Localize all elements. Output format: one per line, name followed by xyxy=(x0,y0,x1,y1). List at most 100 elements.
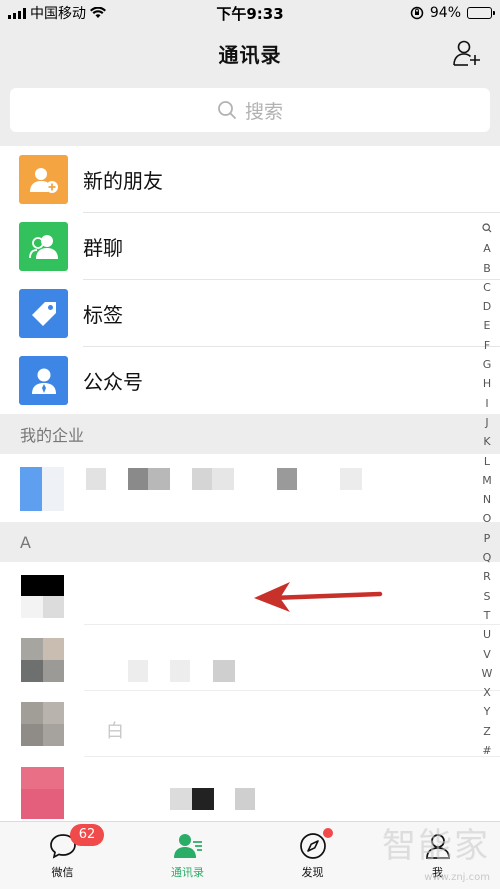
watermark-url: www.znj.com xyxy=(424,872,490,883)
index-letter[interactable]: V xyxy=(483,645,491,664)
contact-name: 白 xyxy=(106,721,124,742)
avatar-pixel xyxy=(43,638,64,660)
avatar-pixel xyxy=(43,660,64,682)
index-letter[interactable]: I xyxy=(485,394,488,413)
avatar xyxy=(20,467,42,511)
index-letter[interactable]: J xyxy=(485,413,488,432)
blurred-text xyxy=(170,660,190,682)
tab-discover[interactable]: 发现 xyxy=(250,822,375,889)
page-title: 通讯录 xyxy=(218,42,282,67)
index-letter[interactable]: T xyxy=(484,606,491,625)
notification-dot xyxy=(323,828,333,838)
battery-percent: 94% xyxy=(429,5,461,21)
alphabet-index[interactable]: A B C D E F G H I J K L M N O P Q R S T U V W X Y Z # xyxy=(480,220,494,760)
index-letter[interactable]: E xyxy=(484,316,491,335)
annotation-arrow-icon xyxy=(254,582,383,612)
function-list: 新的朋友 群聊 标签 公众号 xyxy=(0,146,500,414)
orientation-lock-icon xyxy=(410,6,424,20)
avatar xyxy=(21,575,64,596)
index-letter[interactable]: M xyxy=(482,471,492,490)
search-placeholder: 搜索 xyxy=(244,100,283,123)
tab-chats[interactable]: 微信 62 xyxy=(0,822,125,889)
index-letter[interactable]: Q xyxy=(483,548,492,567)
search-input[interactable]: 搜索 xyxy=(10,88,490,132)
blurred-text xyxy=(340,468,362,490)
tab-contacts[interactable]: 通讯录 xyxy=(125,822,250,889)
index-letter[interactable]: # xyxy=(482,741,491,760)
battery-icon xyxy=(467,7,495,19)
avatar-pixel xyxy=(43,702,64,724)
tags-label: 标签 xyxy=(83,303,123,327)
avatar-pixel xyxy=(43,724,64,746)
index-letter[interactable]: O xyxy=(483,509,492,528)
search-icon xyxy=(218,101,236,119)
blurred-text xyxy=(86,468,106,490)
blurred-text xyxy=(277,468,297,490)
group-chat-icon xyxy=(19,222,68,271)
avatar xyxy=(21,702,43,724)
tab-label: 通讯录 xyxy=(171,866,204,879)
blurred-text xyxy=(128,660,148,682)
group-chats-item[interactable]: 群聊 xyxy=(0,213,500,280)
avatar-pixel xyxy=(21,660,43,682)
index-letter[interactable]: D xyxy=(483,297,491,316)
new-friend-icon xyxy=(19,155,68,204)
index-letter[interactable]: S xyxy=(484,587,491,606)
tab-label: 微信 xyxy=(51,866,74,879)
avatar-pixel xyxy=(42,467,64,511)
section-header-a: A xyxy=(0,522,500,562)
divider xyxy=(84,756,500,757)
blurred-text xyxy=(212,468,234,490)
divider xyxy=(84,624,500,625)
wifi-icon xyxy=(90,7,106,18)
index-letter[interactable]: U xyxy=(483,625,491,644)
index-letter[interactable]: K xyxy=(483,432,490,451)
status-right: 94% xyxy=(410,5,495,21)
new-friends-label: 新的朋友 xyxy=(83,169,163,193)
avatar-pixel xyxy=(21,789,64,819)
blurred-text xyxy=(170,788,192,810)
index-letter[interactable]: N xyxy=(483,490,491,509)
divider xyxy=(84,690,500,691)
navigation-bar: 通讯录 xyxy=(0,26,500,80)
blurred-text xyxy=(213,660,235,682)
avatar xyxy=(21,638,43,660)
search-index-icon[interactable] xyxy=(482,220,492,239)
official-accounts-label: 公众号 xyxy=(83,370,143,394)
index-letter[interactable]: C xyxy=(483,278,491,297)
index-letter[interactable]: X xyxy=(483,683,491,702)
index-letter[interactable]: L xyxy=(484,452,490,471)
official-account-icon xyxy=(19,356,68,405)
new-friends-item[interactable]: 新的朋友 xyxy=(0,146,500,213)
index-letter[interactable]: Y xyxy=(484,702,491,721)
index-letter[interactable]: P xyxy=(484,529,491,548)
status-bar: 中国移动 下午9:33 94% xyxy=(0,0,500,26)
index-letter[interactable]: A xyxy=(483,239,491,258)
index-letter[interactable]: F xyxy=(484,336,490,355)
index-letter[interactable]: H xyxy=(483,374,491,393)
tab-label: 发现 xyxy=(301,866,324,879)
index-letter[interactable]: B xyxy=(483,259,491,278)
blurred-text xyxy=(235,788,255,810)
index-letter[interactable]: Z xyxy=(483,722,491,741)
avatar-pixel xyxy=(21,596,43,618)
unread-badge: 62 xyxy=(70,824,104,846)
profile-icon xyxy=(425,834,450,859)
tags-item[interactable]: 标签 xyxy=(0,280,500,347)
index-letter[interactable]: R xyxy=(483,567,491,586)
contacts-icon xyxy=(173,834,202,858)
official-accounts-item[interactable]: 公众号 xyxy=(0,347,500,414)
index-letter[interactable]: G xyxy=(483,355,492,374)
add-friend-icon[interactable] xyxy=(452,38,482,68)
group-chats-label: 群聊 xyxy=(83,236,123,260)
enterprise-item[interactable] xyxy=(0,454,500,522)
section-header-enterprise: 我的企业 xyxy=(0,414,500,454)
avatar-pixel xyxy=(43,596,64,618)
avatar-pixel xyxy=(21,724,43,746)
blurred-text xyxy=(148,468,170,490)
status-left: 中国移动 xyxy=(8,3,106,23)
index-letter[interactable]: W xyxy=(482,664,493,683)
carrier-label: 中国移动 xyxy=(30,6,86,22)
blurred-text xyxy=(192,788,214,810)
blurred-text xyxy=(192,468,212,490)
